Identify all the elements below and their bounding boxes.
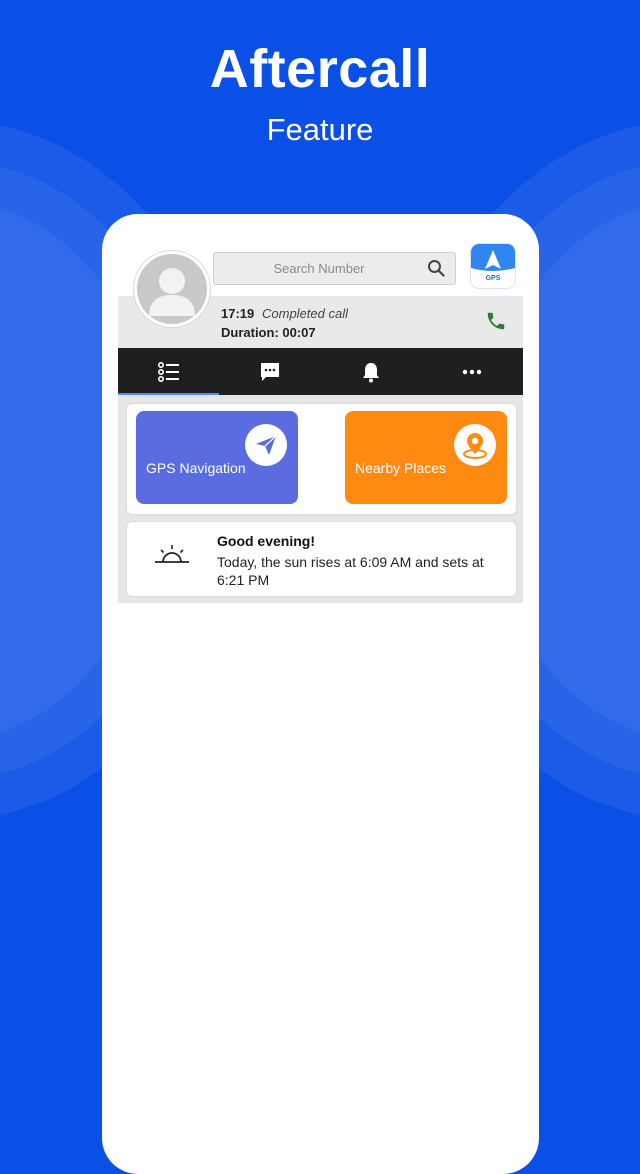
sunrise-icon xyxy=(155,545,189,563)
greeting-text: Today, the sun rises at 6:09 AM and sets… xyxy=(217,554,484,588)
tab-bar xyxy=(118,348,523,395)
list-icon xyxy=(157,361,179,382)
promo-subheadline: Feature xyxy=(266,112,374,147)
phone-call-icon[interactable] xyxy=(485,310,507,332)
person-avatar-icon[interactable] xyxy=(134,251,210,327)
gps-navigation-button[interactable]: GPS Navigation xyxy=(136,411,298,504)
call-status: Completed call xyxy=(262,306,348,321)
bell-icon xyxy=(362,362,379,382)
search-input[interactable]: Search Number xyxy=(213,252,456,285)
search-placeholder: Search Number xyxy=(273,261,365,276)
tab-messages[interactable] xyxy=(219,348,320,395)
gps-navigation-label: GPS Navigation xyxy=(146,460,246,476)
promo-headline: Aftercall xyxy=(209,39,431,99)
call-header: Search Number GPS 17:19 Completed call D… xyxy=(118,214,523,348)
call-time: 17:19 xyxy=(221,306,255,321)
tab-reminders[interactable] xyxy=(320,348,421,395)
search-icon[interactable] xyxy=(427,259,445,277)
greeting-title: Good evening! xyxy=(217,533,315,549)
tab-more[interactable] xyxy=(421,348,522,395)
features-card: GPS Navigation Nearby Places xyxy=(126,403,517,515)
send-arrow-icon xyxy=(245,424,287,466)
call-duration: Duration: 00:07 xyxy=(221,325,316,340)
more-icon xyxy=(462,369,481,374)
greeting-card: Good evening! Today, the sun rises at 6:… xyxy=(126,521,517,597)
tab-list[interactable] xyxy=(118,348,219,395)
nearby-places-button[interactable]: Nearby Places xyxy=(345,411,507,504)
app-logo[interactable]: GPS xyxy=(471,244,515,288)
location-pin-icon xyxy=(454,424,496,466)
nearby-places-label: Nearby Places xyxy=(355,460,447,476)
message-icon xyxy=(260,362,279,381)
app-logo-text: GPS xyxy=(485,275,501,282)
phone-mockup: Search Number GPS 17:19 Completed call D… xyxy=(102,214,539,1174)
aftercall-content: GPS Navigation Nearby Places Good evenin… xyxy=(118,395,523,603)
